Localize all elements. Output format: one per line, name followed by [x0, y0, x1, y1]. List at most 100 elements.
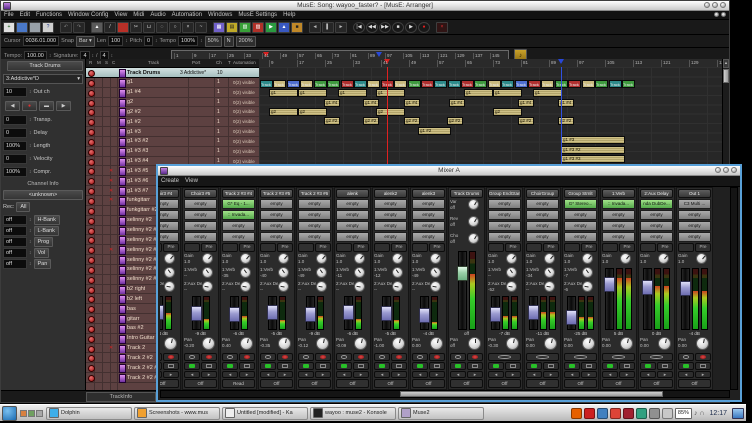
input-route-button[interactable]: ◂ [564, 371, 580, 378]
output-routing-icon[interactable]: ▶ [56, 101, 71, 111]
route-button[interactable] [488, 243, 504, 252]
draw-tool-button[interactable]: ~ [195, 22, 207, 33]
taskbar-task-button[interactable]: Muse2 [398, 407, 484, 420]
monitor-speaker-icon[interactable] [374, 362, 390, 370]
gain-knob[interactable] [430, 253, 441, 264]
menu-item[interactable]: Automation [169, 11, 205, 19]
route-button[interactable] [222, 243, 238, 252]
automation-mode-button[interactable]: Off [678, 379, 711, 388]
monitor-speaker-icon[interactable] [260, 362, 276, 370]
effect-slot[interactable]: empty [298, 210, 331, 220]
aux1-send-knob[interactable] [582, 267, 593, 278]
effect-slot[interactable]: empty [260, 199, 293, 209]
property-spinner[interactable]: ↕ [29, 156, 32, 162]
automation-mode-button[interactable]: Off [412, 379, 445, 388]
track-automation[interactable]: 0(2) visible [233, 80, 258, 85]
track-row[interactable]: ✕ g2 #2 1 0(2) visible [86, 107, 259, 117]
gain-knob[interactable] [658, 253, 669, 264]
sig-den-spinner[interactable]: ↕ [111, 53, 114, 59]
strip-name-button[interactable]: Track 2 #3 #4 [222, 189, 255, 198]
track-row[interactable]: ✕ g1 #3 #2 1 0(2) visible [86, 137, 259, 147]
track-automation[interactable]: 0(2) visible [233, 129, 258, 134]
glue-tool-button[interactable]: ⊔ [143, 22, 155, 33]
record-arm-dot[interactable] [88, 168, 95, 175]
mute-button[interactable] [640, 353, 673, 361]
midi-part-small[interactable]: Track [408, 80, 421, 88]
rev-send-knob[interactable] [468, 216, 479, 227]
midi-part[interactable]: g2 #2 [518, 117, 534, 125]
mute-button[interactable] [602, 353, 635, 361]
aux1-send-knob[interactable] [354, 267, 365, 278]
mdi-close-button[interactable] [721, 12, 726, 17]
volume-fader[interactable] [344, 296, 353, 330]
effect-slot[interactable]: empty [602, 210, 635, 220]
monitor-speaker-icon[interactable] [640, 362, 656, 370]
effect-slot[interactable]: empty [374, 221, 407, 231]
midi-part-small[interactable]: Track [568, 80, 581, 88]
track-port[interactable]: 3 Addictive* [180, 70, 206, 76]
stereo-toggle-button[interactable] [619, 362, 635, 370]
close-button[interactable] [720, 2, 726, 8]
volume-fader[interactable] [458, 251, 467, 330]
menu-item[interactable]: Audio [147, 11, 168, 19]
track-name-button[interactable]: Track Drums [7, 61, 83, 71]
aux2-send-knob[interactable] [392, 281, 403, 292]
record-arm-dot[interactable] [88, 139, 95, 146]
sig-num-spinner[interactable]: ↕ [92, 53, 95, 59]
midi-part[interactable]: g1 [533, 89, 562, 97]
record-arm-button[interactable] [201, 353, 217, 361]
midi-part[interactable]: g1 #4 [449, 99, 465, 107]
pre-button[interactable]: Pre [391, 243, 407, 252]
effect-slot[interactable]: empty [640, 210, 673, 220]
midi-part-small[interactable]: Track [622, 80, 635, 88]
gain-knob[interactable] [544, 253, 555, 264]
midi-part-small[interactable]: Track [354, 80, 367, 88]
midi-part-small[interactable]: Track [421, 80, 434, 88]
record-arm-dot[interactable] [88, 365, 95, 372]
list-editor-button[interactable]: ▤ [226, 22, 238, 33]
effect-slot[interactable]: empty [260, 232, 293, 242]
stereo-toggle-button[interactable] [581, 362, 597, 370]
gain-knob[interactable] [506, 253, 517, 264]
automation-mode-button[interactable]: Off [298, 379, 331, 388]
effect-slot[interactable]: empty [412, 221, 445, 231]
maximize-button[interactable] [723, 167, 729, 173]
gain-knob[interactable] [240, 253, 251, 264]
output-route-button[interactable]: ▸ [353, 371, 369, 378]
midi-part[interactable]: g2 [376, 108, 405, 116]
midi-part[interactable]: g1 [464, 89, 493, 97]
mute-button[interactable] [564, 353, 597, 361]
record-arm-button[interactable] [315, 353, 331, 361]
save-song-button[interactable] [29, 22, 41, 33]
zoom-tool-button[interactable]: ○ [169, 22, 181, 33]
effect-slot[interactable]: :: Invada... [602, 199, 635, 209]
midi-property-value[interactable]: off [3, 248, 27, 258]
mixer-titlebar[interactable]: Mixer A [158, 166, 740, 176]
midi-part[interactable]: g1 [338, 89, 367, 97]
mute-button[interactable] [374, 353, 390, 361]
effect-slot[interactable]: empty [336, 221, 369, 231]
record-arm-button[interactable] [695, 353, 711, 361]
input-route-button[interactable]: ◂ [412, 371, 428, 378]
output-route-button[interactable]: ▸ [467, 371, 483, 378]
effect-slot[interactable]: empty [678, 210, 711, 220]
vscroll-thumb[interactable] [723, 69, 729, 83]
record-arm-dot[interactable] [88, 346, 95, 353]
aux2-send-knob[interactable] [582, 281, 593, 292]
strip-name-button[interactable]: 2:Aux Delay [640, 189, 673, 198]
track-row-selected[interactable]: Track Drums 3 Addictive* 10 [86, 68, 259, 78]
track-channel[interactable]: 1 [217, 129, 220, 135]
pitch-value[interactable]: 0 [144, 36, 153, 46]
out-channel-spinner[interactable]: ↕ [29, 89, 32, 95]
record-arm-dot[interactable] [88, 247, 95, 254]
pre-button[interactable]: Pre [201, 243, 217, 252]
aux2-send-knob[interactable] [240, 281, 251, 292]
automation-mode-button[interactable]: Off [602, 379, 635, 388]
record-arm-dot[interactable] [88, 355, 95, 362]
record-arm-dot[interactable] [88, 90, 95, 97]
score-editor-button[interactable]: ▶ [265, 22, 277, 33]
volume-fader[interactable] [420, 296, 429, 330]
record-arm-dot[interactable] [88, 129, 95, 136]
delete-tool-button[interactable]: × [182, 22, 194, 33]
route-button[interactable] [412, 243, 428, 252]
